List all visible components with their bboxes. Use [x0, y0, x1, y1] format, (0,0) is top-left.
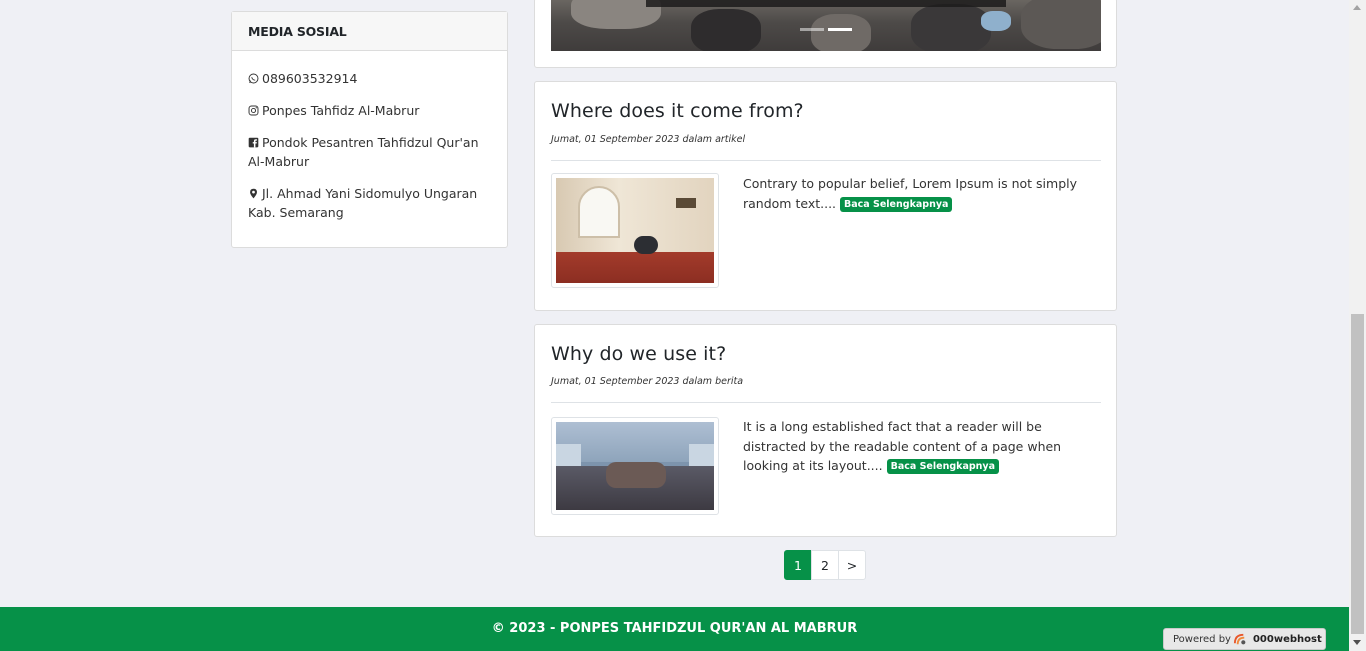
- page-2-link[interactable]: 2: [811, 550, 839, 580]
- facebook-page: Pondok Pesantren Tahfidzul Qur'an Al-Mab…: [248, 135, 479, 169]
- post-excerpt: It is a long established fact that a rea…: [743, 417, 1095, 476]
- instagram-handle: Ponpes Tahfidz Al-Mabrur: [262, 103, 420, 118]
- post-meta: Jumat, 01 September 2023 dalam artikel: [551, 134, 746, 145]
- congregation-photo: [556, 422, 714, 510]
- whatsapp-number: 089603532914: [262, 71, 358, 86]
- social-media-title: MEDIA SOSIAL: [232, 12, 507, 51]
- address-item: Jl. Ahmad Yani Sidomulyo Ungaran Kab. Se…: [248, 184, 491, 222]
- footer-copyright: © 2023 - PONPES TAHFIDZUL QUR'AN AL MABR…: [491, 621, 858, 636]
- post-thumbnail[interactable]: [551, 173, 719, 288]
- webhost-prefix: Powered by: [1173, 633, 1231, 645]
- scroll-up-arrow-icon[interactable]: [1353, 5, 1361, 10]
- whatsapp-item[interactable]: 089603532914: [248, 69, 491, 88]
- webhost-logo-icon: [1233, 633, 1246, 645]
- webhost-brand: 000webhost: [1252, 633, 1322, 645]
- whatsapp-icon: [248, 73, 259, 84]
- post-title[interactable]: Where does it come from?: [551, 100, 804, 122]
- read-more-button[interactable]: Baca Selengkapnya: [840, 196, 953, 212]
- facebook-icon: [248, 137, 259, 148]
- post-card: Why do we use it? Jumat, 01 September 20…: [534, 324, 1117, 537]
- post-thumbnail[interactable]: [551, 417, 719, 515]
- scrollbar-thumb[interactable]: [1351, 314, 1364, 634]
- read-more-button[interactable]: Baca Selengkapnya: [886, 459, 1000, 474]
- carousel-indicator-2[interactable]: [828, 28, 852, 31]
- post-card: Where does it come from? Jumat, 01 Septe…: [534, 81, 1117, 311]
- page-1-link[interactable]: 1: [784, 550, 812, 580]
- map-marker-icon: [250, 188, 257, 199]
- next-page-link[interactable]: >: [838, 550, 866, 580]
- social-media-card: MEDIA SOSIAL 089603532914 Ponpes Tahfidz…: [231, 11, 508, 248]
- facebook-item[interactable]: Pondok Pesantren Tahfidzul Qur'an Al-Mab…: [248, 133, 491, 171]
- carousel-caption-bar: [646, 0, 1006, 7]
- scroll-down-arrow-icon[interactable]: [1353, 640, 1361, 645]
- carousel-indicator-1[interactable]: [800, 28, 824, 31]
- pagination: 1 2 >: [784, 550, 866, 580]
- instagram-item[interactable]: Ponpes Tahfidz Al-Mabrur: [248, 101, 491, 120]
- carousel-card: [534, 0, 1117, 68]
- post-excerpt: Contrary to popular belief, Lorem Ipsum …: [743, 174, 1095, 213]
- prayer-room-photo: [556, 178, 714, 283]
- post-divider: [551, 160, 1101, 161]
- post-meta: Jumat, 01 September 2023 dalam berita: [551, 376, 744, 387]
- post-title[interactable]: Why do we use it?: [551, 343, 726, 365]
- instagram-icon: [248, 105, 259, 116]
- address-text: Jl. Ahmad Yani Sidomulyo Ungaran Kab. Se…: [248, 186, 478, 220]
- post-divider: [551, 402, 1101, 403]
- carousel-image[interactable]: [551, 0, 1101, 51]
- vertical-scrollbar[interactable]: [1349, 0, 1366, 651]
- footer: © 2023 - PONPES TAHFIDZUL QUR'AN AL MABR…: [0, 607, 1349, 651]
- webhost-badge[interactable]: Powered by 000webhost: [1163, 628, 1326, 650]
